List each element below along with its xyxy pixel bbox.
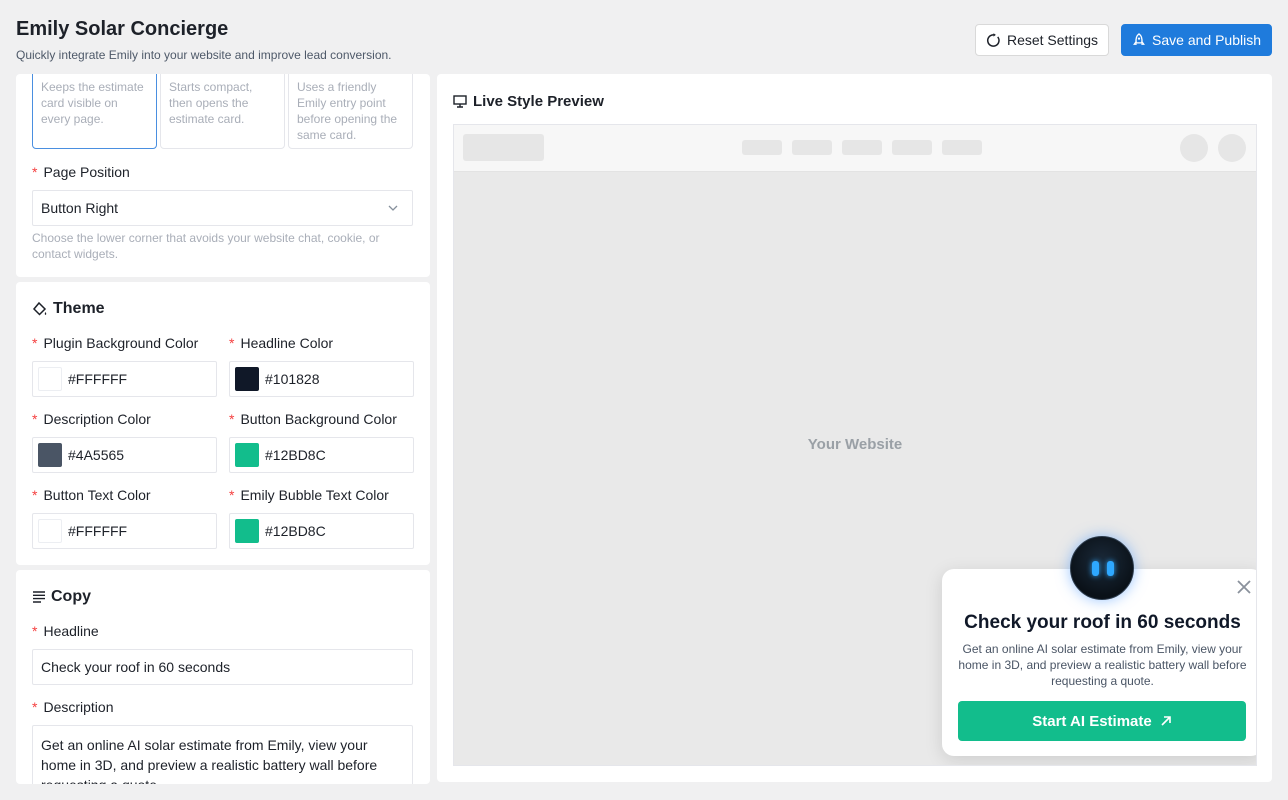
copy-card: Copy * Headline Check your roof in 60 sec… [16,570,430,784]
monitor-icon [453,95,467,108]
color-swatch[interactable] [235,519,259,543]
required-marker: * [32,164,38,180]
paint-bucket-icon [32,301,47,316]
headline-value: Check your roof in 60 seconds [41,659,231,675]
button-background-color-input[interactable]: #12BD8C [229,437,414,473]
headline-label: * Headline [32,623,99,639]
theme-card: Theme * Plugin Background Color #FFFFFF *… [16,282,430,565]
text-lines-icon [33,591,45,603]
field-label: * Headline Color [229,335,334,351]
display-mode-option-3[interactable]: Uses a friendly Emily entry point before… [288,74,413,149]
chevron-down-icon [388,205,398,211]
color-swatch[interactable] [38,367,62,391]
display-mode-description: Uses a friendly Emily entry point before… [297,80,398,142]
field-label: * Emily Bubble Text Color [229,487,389,503]
mock-nav-placeholder [892,140,932,155]
description-label: * Description [32,699,114,715]
display-settings-card: Keeps the estimate card visible on every… [16,74,430,277]
save-and-publish-button[interactable]: Save and Publish [1121,24,1272,56]
color-swatch[interactable] [38,443,62,467]
plugin-background-color-input[interactable]: #FFFFFF [32,361,217,397]
mock-nav-placeholder [942,140,982,155]
mock-navbar [454,125,1256,172]
website-mockup: Your Website Check your roof in 60 secon… [453,124,1257,766]
mock-nav-placeholder [842,140,882,155]
field-label: * Description Color [32,411,151,427]
live-preview-card: Live Style Preview Your Website Check yo… [437,74,1272,782]
reset-settings-button[interactable]: Reset Settings [975,24,1109,56]
live-preview-title: Live Style Preview [453,93,604,110]
color-swatch[interactable] [38,519,62,543]
page-title: Emily Solar Concierge [16,18,229,40]
arrow-up-right-icon [1161,716,1171,726]
avatar-eye [1107,561,1114,576]
headline-color-input[interactable]: #101828 [229,361,414,397]
widget-description: Get an online AI solar estimate from Emi… [958,642,1247,688]
color-swatch[interactable] [235,367,259,391]
widget-headline: Check your roof in 60 seconds [964,612,1241,633]
display-mode-option-1[interactable]: Keeps the estimate card visible on every… [32,74,157,149]
field-label: * Button Background Color [229,411,397,427]
reset-settings-label: Reset Settings [1006,32,1099,48]
field-label: * Button Text Color [32,487,151,503]
color-value: #FFFFFF [68,371,128,387]
avatar-eye [1092,561,1099,576]
website-placeholder-text: Your Website [807,436,903,453]
page-position-value: Button Right [41,200,119,216]
start-ai-estimate-label: Start AI Estimate [1032,712,1152,730]
color-value: #12BD8C [265,447,326,463]
color-value: #101828 [265,371,320,387]
mock-avatar-placeholder [1180,134,1208,162]
rocket-icon [1133,32,1145,45]
theme-section-title: Theme [32,300,105,318]
page-subtitle: Quickly integrate Emily into your websit… [16,48,392,62]
page-position-label: * Page Position [32,164,130,180]
description-textarea[interactable]: Get an online AI solar estimate from Emi… [32,725,413,784]
mock-logo-placeholder [463,134,544,161]
display-mode-option-2[interactable]: Starts compact, then opens the estimate … [160,74,285,149]
mock-nav-placeholder [792,140,832,155]
emily-avatar[interactable] [1070,536,1134,600]
color-value: #12BD8C [265,523,326,539]
mock-nav-placeholder [742,140,782,155]
mock-avatar-placeholder [1218,134,1246,162]
copy-section-title: Copy [32,588,91,606]
save-and-publish-label: Save and Publish [1152,32,1261,48]
refresh-icon [986,32,1000,47]
description-color-input[interactable]: #4A5565 [32,437,217,473]
field-label: * Plugin Background Color [32,335,199,351]
page-position-select[interactable]: Button Right [32,190,413,226]
button-text-color-input[interactable]: #FFFFFF [32,513,217,549]
display-mode-description: Starts compact, then opens the estimate … [169,80,253,126]
color-value: #FFFFFF [68,523,128,539]
emily-bubble-text-color-input[interactable]: #12BD8C [229,513,414,549]
page-position-help: Choose the lower corner that avoids your… [32,231,380,261]
display-mode-description: Keeps the estimate card visible on every… [41,80,144,126]
color-swatch[interactable] [235,443,259,467]
start-ai-estimate-button[interactable]: Start AI Estimate [958,701,1246,741]
description-value: Get an online AI solar estimate from Emi… [41,737,378,784]
close-icon[interactable] [1237,580,1251,594]
headline-input[interactable]: Check your roof in 60 seconds [32,649,413,685]
color-value: #4A5565 [68,447,125,463]
